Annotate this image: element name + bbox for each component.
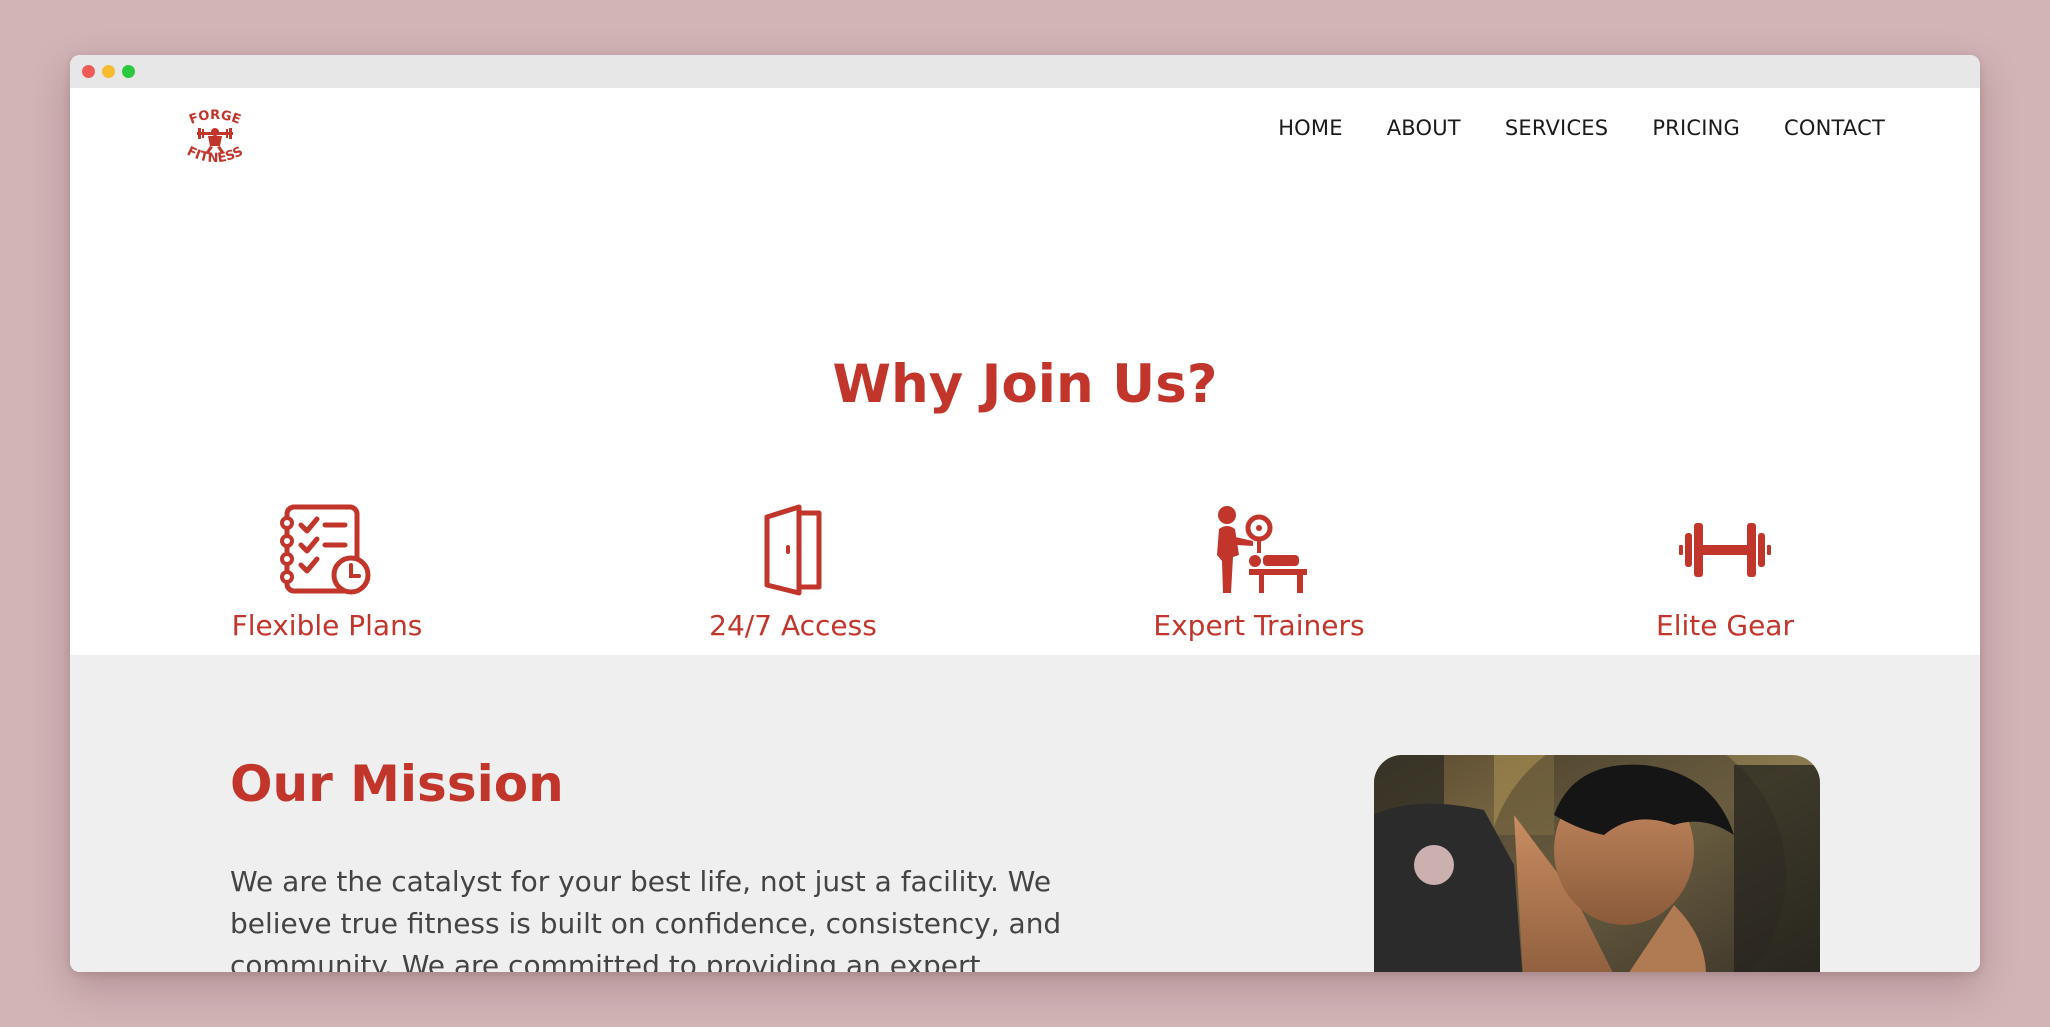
dumbbell-icon (1679, 523, 1771, 577)
nav-about[interactable]: ABOUT (1387, 116, 1461, 140)
forge-fitness-logo[interactable]: FORGE FITNESS (177, 102, 253, 174)
athlete-photo (1374, 755, 1820, 972)
main-nav: HOME ABOUT SERVICES PRICING CONTACT (1278, 116, 1885, 140)
close-window-button[interactable] (82, 65, 95, 78)
why-join-section: Why Join Us? Flexible Plans 24/7 Access … (70, 206, 1980, 661)
nav-home[interactable]: HOME (1278, 116, 1343, 140)
nav-contact[interactable]: CONTACT (1784, 116, 1885, 140)
logo-top-text: FORGE (187, 108, 242, 128)
feature-label: Elite Gear (1656, 609, 1794, 642)
feature-24-7-access: 24/7 Access (593, 503, 993, 642)
mission-text: We are the catalyst for your best life, … (230, 865, 1062, 972)
browser-window: FORGE FITNESS HOME ABOUT SERVICES PRICIN… (70, 55, 1980, 972)
feature-label: Flexible Plans (231, 609, 423, 642)
why-join-title: Why Join Us? (832, 354, 1218, 415)
page-content: FORGE FITNESS HOME ABOUT SERVICES PRICIN… (70, 88, 1980, 972)
feature-elite-gear: Elite Gear (1525, 503, 1925, 642)
checklist-clock-icon (280, 504, 371, 595)
feature-expert-trainers: Expert Trainers (1059, 503, 1459, 642)
window-titlebar (70, 55, 1980, 88)
svg-text:FORGE: FORGE (187, 108, 242, 128)
feature-label: 24/7 Access (709, 609, 877, 642)
mission-title: Our Mission (230, 755, 564, 813)
nav-pricing[interactable]: PRICING (1652, 116, 1740, 140)
feature-list: Flexible Plans 24/7 Access Expert Traine… (70, 503, 1980, 653)
minimize-window-button[interactable] (102, 65, 115, 78)
svg-text:FITNESS: FITNESS (184, 144, 245, 166)
feature-flexible-plans: Flexible Plans (127, 503, 527, 642)
maximize-window-button[interactable] (122, 65, 135, 78)
trainer-bench-icon (1217, 506, 1307, 593)
mission-section: Our Mission We are the catalyst for your… (70, 655, 1980, 972)
door-icon (764, 504, 822, 596)
navbar: FORGE FITNESS HOME ABOUT SERVICES PRICIN… (70, 88, 1980, 206)
logo-bottom-text: FITNESS (184, 144, 245, 166)
feature-label: Expert Trainers (1153, 609, 1365, 642)
nav-services[interactable]: SERVICES (1505, 116, 1608, 140)
